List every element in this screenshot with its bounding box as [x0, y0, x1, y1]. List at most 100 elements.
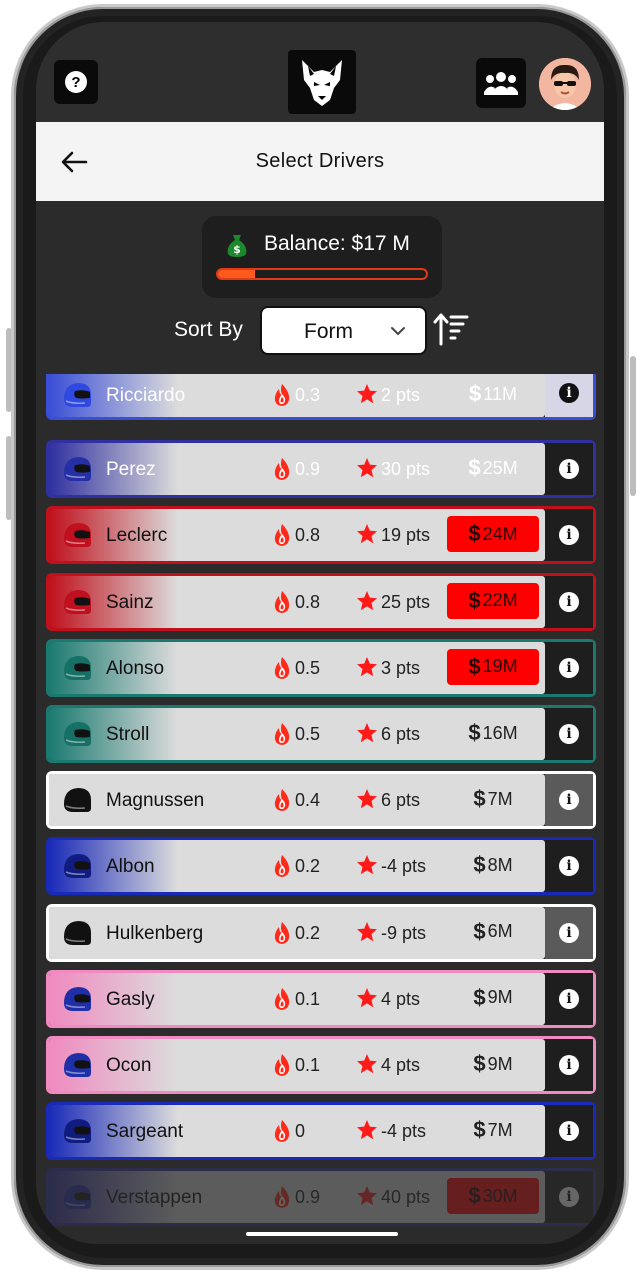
driver-row[interactable]: Albon 0.2 -4 pts $8M i [46, 837, 596, 896]
info-icon: i [559, 657, 579, 678]
driver-card[interactable]: Hulkenberg 0.2 -9 pts $6M [49, 906, 545, 959]
avatar[interactable] [539, 58, 591, 110]
star-icon [357, 855, 377, 875]
info-icon: i [559, 1187, 579, 1208]
helmet-icon [64, 788, 91, 813]
driver-name: Gasly [106, 988, 155, 1010]
driver-row[interactable]: Alonso 0.5 3 pts $19M i [46, 638, 596, 697]
flame-icon [274, 987, 290, 1010]
info-button[interactable]: i [545, 774, 593, 827]
driver-price-value: 6M [487, 921, 513, 942]
sort-by-label: Sort By [174, 318, 243, 341]
info-button[interactable]: i [545, 1171, 593, 1224]
driver-points: 40 pts [381, 1187, 431, 1208]
helmet-icon [64, 383, 91, 407]
dollar-sign: $ [473, 852, 486, 878]
driver-row-inner: Gasly 0.1 4 pts $9M i [49, 972, 593, 1025]
driver-card[interactable]: Alonso 0.5 3 pts $19M [49, 641, 545, 694]
driver-name: Stroll [106, 724, 150, 745]
driver-row[interactable]: Leclerc 0.8 19 pts $24M i [46, 506, 596, 565]
driver-card[interactable]: Verstappen 0.9 40 pts $30M [49, 1171, 545, 1224]
sort-ascending-icon[interactable] [433, 312, 469, 346]
page-header: Select Drivers [36, 122, 604, 201]
driver-card[interactable]: Ricciardo 0.3 2 pts $11M [49, 374, 545, 417]
driver-row[interactable]: Ocon 0.1 4 pts $9M i [46, 1036, 596, 1094]
star-icon [357, 524, 377, 544]
driver-price: $9M [447, 1046, 539, 1082]
driver-card[interactable]: Sainz 0.8 25 pts $22M [49, 575, 545, 628]
driver-price-value: 25M [482, 457, 518, 478]
driver-row[interactable]: Gasly 0.1 4 pts $9M i [46, 969, 596, 1028]
team-button[interactable] [476, 58, 526, 108]
driver-row[interactable]: Sainz 0.8 25 pts $22M i [46, 572, 596, 631]
driver-row-inner: Ocon 0.1 4 pts $9M i [49, 1039, 593, 1091]
driver-card[interactable]: Stroll 0.5 6 pts $16M [49, 708, 545, 760]
driver-row[interactable]: Sargeant 0 -4 pts $7M i [46, 1102, 596, 1161]
driver-row-inner: Hulkenberg 0.2 -9 pts $6M i [49, 906, 593, 959]
driver-card[interactable]: Ocon 0.1 4 pts $9M [49, 1039, 545, 1091]
driver-points: 30 pts [381, 459, 431, 480]
driver-price-value: 7M [487, 788, 513, 809]
info-button[interactable]: i [545, 509, 593, 562]
help-icon: ? [65, 71, 87, 93]
driver-price-value: 9M [487, 987, 513, 1008]
driver-row[interactable]: Verstappen 0.9 40 pts $30M i [46, 1168, 596, 1227]
driver-name: Sargeant [106, 1121, 184, 1143]
helmet-icon [64, 986, 91, 1011]
info-button[interactable]: i [545, 972, 593, 1025]
helmet-icon [64, 523, 91, 548]
driver-form: 0.9 [295, 459, 321, 480]
star-icon [357, 723, 377, 743]
svg-text:$: $ [233, 243, 241, 256]
driver-card[interactable]: Leclerc 0.8 19 pts $24M [49, 509, 545, 562]
info-button[interactable]: i [545, 840, 593, 893]
driver-price: $9M [447, 980, 539, 1016]
star-icon [357, 921, 377, 941]
info-button[interactable]: i [545, 1105, 593, 1158]
driver-points: 25 pts [381, 591, 431, 612]
driver-form: 0.3 [295, 385, 321, 405]
info-button[interactable]: i [545, 708, 593, 760]
star-icon [357, 458, 377, 478]
driver-card[interactable]: Sargeant 0 -4 pts $7M [49, 1105, 545, 1158]
help-button[interactable]: ? [54, 60, 98, 104]
driver-row[interactable]: Hulkenberg 0.2 -9 pts $6M i [46, 903, 596, 962]
wolf-logo-icon [302, 60, 342, 106]
driver-row-inner: Leclerc 0.8 19 pts $24M i [49, 509, 593, 562]
page-title: Select Drivers [255, 150, 385, 172]
driver-points: -9 pts [381, 922, 427, 943]
driver-price-value: 8M [487, 854, 513, 875]
dollar-sign: $ [468, 720, 481, 745]
avatar-icon [539, 58, 591, 110]
star-icon [357, 987, 377, 1007]
driver-card[interactable]: Albon 0.2 -4 pts $8M [49, 840, 545, 893]
driver-card[interactable]: Gasly 0.1 4 pts $9M [49, 972, 545, 1025]
driver-card[interactable]: Magnussen 0.4 6 pts $7M [49, 774, 545, 827]
info-button[interactable]: i [545, 374, 593, 417]
driver-name: Albon [106, 856, 155, 878]
driver-price-value: 22M [482, 590, 518, 611]
balance-label: Balance: $17 M [264, 232, 410, 255]
driver-price: $22M [447, 582, 539, 619]
helmet-icon [64, 457, 91, 482]
driver-row[interactable]: Stroll 0.5 6 pts $16M i [46, 705, 596, 763]
info-icon: i [559, 383, 579, 403]
sort-select[interactable]: Form [260, 306, 427, 355]
info-button[interactable]: i [545, 906, 593, 959]
driver-card[interactable]: Perez 0.9 30 pts $25M [49, 443, 545, 496]
driver-price: $11M [447, 376, 539, 412]
driver-price: $19M [447, 648, 539, 685]
info-button[interactable]: i [545, 641, 593, 694]
info-button[interactable]: i [545, 1039, 593, 1091]
driver-row[interactable]: Ricciardo 0.3 2 pts $11M i [46, 374, 596, 420]
info-button[interactable]: i [545, 443, 593, 496]
driver-list: Ricciardo 0.3 2 pts $11M i Perez 0.9 30 pts $25M… [46, 374, 596, 1234]
driver-price-value: 11M [483, 383, 517, 404]
info-icon: i [559, 724, 579, 744]
info-button[interactable]: i [545, 575, 593, 628]
driver-row[interactable]: Perez 0.9 30 pts $25M i [46, 440, 596, 499]
driver-form: 0.8 [295, 591, 321, 612]
helmet-icon [64, 1185, 91, 1210]
home-indicator[interactable] [246, 1232, 398, 1236]
driver-row[interactable]: Magnussen 0.4 6 pts $7M i [46, 771, 596, 830]
